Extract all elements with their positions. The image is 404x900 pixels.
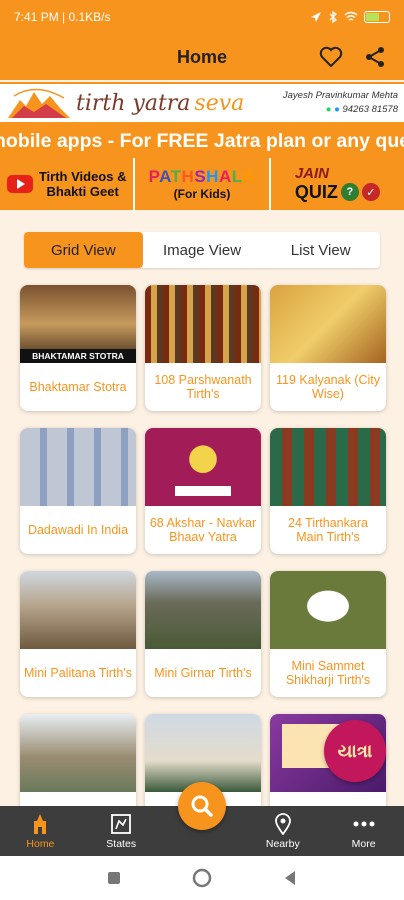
card-image xyxy=(20,428,136,506)
app-bar: Home xyxy=(0,34,404,80)
back-button[interactable] xyxy=(278,866,302,890)
search-icon xyxy=(191,795,213,817)
card-label: Mini Girnar Tirth's xyxy=(154,666,252,680)
card-image xyxy=(20,571,136,649)
card-dadawadi[interactable]: Dadawadi In India xyxy=(20,428,136,554)
card-mini-sammet-shikharji[interactable]: Mini Sammet Shikharji Tirth's xyxy=(270,571,386,697)
share-icon xyxy=(366,47,384,67)
more-dots-icon xyxy=(353,813,375,835)
youtube-icon xyxy=(6,175,33,193)
tab-grid-view[interactable]: Grid View xyxy=(24,232,143,268)
favorite-button[interactable] xyxy=(316,42,346,72)
temple-icon xyxy=(29,813,51,835)
circle-icon xyxy=(192,868,212,888)
yatra-floating-button[interactable]: યાત્રા xyxy=(324,720,386,782)
card-image xyxy=(145,714,261,792)
bluetooth-icon xyxy=(329,11,338,23)
check-badge-icon: ✓ xyxy=(361,183,380,201)
card-image: BHAKTAMAR STOTRA xyxy=(20,285,136,363)
location-icon xyxy=(311,12,321,22)
pathshala-title: PATHSHALA xyxy=(148,166,256,186)
nav-home-label: Home xyxy=(26,838,55,850)
card-image xyxy=(270,285,386,363)
nav-states[interactable]: States xyxy=(81,806,162,856)
card-label: 108 Parshwanath Tirth's xyxy=(154,373,252,401)
card-image xyxy=(145,285,261,363)
battery-icon xyxy=(364,11,390,23)
nav-more[interactable]: More xyxy=(323,806,404,856)
pathshala-subtitle: (For Kids) xyxy=(173,186,231,201)
nav-home[interactable]: Home xyxy=(0,806,81,856)
quiz-top-text: JAIN xyxy=(294,165,329,182)
card-image xyxy=(145,571,261,649)
card-image xyxy=(145,428,261,506)
tirth-videos-label: Tirth Videos & Bhakti Geet xyxy=(39,169,127,199)
marquee-text: nobile apps - For FREE Jatra plan or any… xyxy=(0,129,404,152)
status-bar: 7:41 PM | 0.1KB/s xyxy=(0,0,404,34)
status-icons xyxy=(310,11,390,23)
banner-contact: Jayesh Pravinkumar Mehta ● ● 94263 81578 xyxy=(283,89,398,117)
pathshala-link[interactable]: PATHSHALA (For Kids) xyxy=(135,158,271,210)
status-time: 7:41 PM | 0.1KB/s xyxy=(14,10,111,24)
image-caption: BHAKTAMAR STOTRA xyxy=(20,349,136,363)
nav-states-label: States xyxy=(106,838,137,850)
contact-name: Jayesh Pravinkumar Mehta xyxy=(282,90,398,101)
home-button[interactable] xyxy=(190,866,214,890)
square-icon xyxy=(108,872,120,884)
jain-quiz-logo: JAIN QUIZ ? ✓ xyxy=(295,166,380,202)
card-label: Bhaktamar Stotra xyxy=(29,380,127,394)
quick-links: Tirth Videos & Bhakti Geet PATHSHALA (Fo… xyxy=(0,158,404,210)
videos-line-1: Tirth Videos & xyxy=(38,169,127,184)
videos-line-2: Bhakti Geet xyxy=(46,184,119,199)
card-108-parshwanath[interactable]: 108 Parshwanath Tirth's xyxy=(145,285,261,411)
card-label: Mini Sammet Shikharji Tirth's xyxy=(285,659,371,687)
contact-phone-row: ● ● 94263 81578 xyxy=(283,103,398,117)
nav-more-label: More xyxy=(351,838,376,850)
view-toggle: Grid View Image View List View xyxy=(24,232,380,268)
card-image xyxy=(270,571,386,649)
quiz-word: QUIZ xyxy=(294,182,338,202)
card-label: 119 Kalyanak (City Wise) xyxy=(276,373,380,401)
card-image xyxy=(270,428,386,506)
card-mini-palitana[interactable]: Mini Palitana Tirth's xyxy=(20,571,136,697)
card-label: Mini Palitana Tirth's xyxy=(24,666,132,680)
system-nav-bar xyxy=(0,856,404,900)
whatsapp-icon: ● xyxy=(325,104,332,115)
wifi-icon xyxy=(344,11,358,21)
map-icon xyxy=(110,813,132,835)
contact-phone: 94263 81578 xyxy=(342,104,398,115)
nav-nearby-label: Nearby xyxy=(265,838,300,850)
card-image xyxy=(20,714,136,792)
heart-icon xyxy=(319,46,343,68)
recents-button[interactable] xyxy=(102,866,126,890)
announcement-marquee: nobile apps - For FREE Jatra plan or any… xyxy=(0,124,404,158)
brand-accent-text: seva xyxy=(194,90,245,116)
temple-logo-icon xyxy=(8,88,70,118)
card-bhaktamar-stotra[interactable]: BHAKTAMAR STOTRA Bhaktamar Stotra xyxy=(20,285,136,411)
tab-image-view[interactable]: Image View xyxy=(143,232,262,268)
brand-main-text: tirth yatra xyxy=(76,90,191,116)
phone-icon: ● xyxy=(334,104,340,115)
card-label: 68 Akshar - Navkar Bhaav Yatra xyxy=(149,516,257,544)
search-button[interactable] xyxy=(178,782,226,830)
page-title: Home xyxy=(176,46,227,67)
share-button[interactable] xyxy=(360,42,390,72)
yatra-badge-text: યાત્રા xyxy=(337,740,373,761)
tirth-videos-link[interactable]: Tirth Videos & Bhakti Geet xyxy=(0,158,136,210)
back-triangle-icon xyxy=(285,871,295,885)
jain-quiz-link[interactable]: JAIN QUIZ ? ✓ xyxy=(271,158,404,210)
card-label: Dadawadi In India xyxy=(27,523,129,537)
card-119-kalyanak[interactable]: 119 Kalyanak (City Wise) xyxy=(270,285,386,411)
tirth-yatra-seva-banner[interactable]: tirth yatra seva Jayesh Pravinkumar Mehta… xyxy=(0,82,404,124)
nav-nearby[interactable]: Nearby xyxy=(242,806,323,856)
banner-brand: tirth yatra seva xyxy=(76,91,244,116)
card-mini-girnar[interactable]: Mini Girnar Tirth's xyxy=(145,571,261,697)
card-label: 24 Tirthankara Main Tirth's xyxy=(288,516,368,544)
tab-list-view[interactable]: List View xyxy=(261,232,380,268)
card-24-tirthankara[interactable]: 24 Tirthankara Main Tirth's xyxy=(270,428,386,554)
question-badge-icon: ? xyxy=(340,183,359,201)
location-pin-icon xyxy=(272,813,294,835)
card-68-akshar[interactable]: 68 Akshar - Navkar Bhaav Yatra xyxy=(145,428,261,554)
